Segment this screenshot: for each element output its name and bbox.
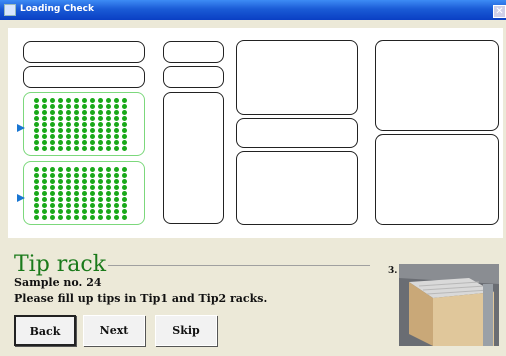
close-button[interactable]: ✕ [493, 5, 506, 18]
deck-slot-9 [375, 40, 499, 131]
deck-slot-6 [236, 40, 358, 115]
deck-slot-7 [236, 118, 358, 148]
next-button[interactable]: Next [83, 315, 145, 346]
deck-slot-2 [23, 66, 145, 88]
deck-layout [8, 28, 503, 238]
tip-rack-2 [23, 161, 145, 225]
section-title: Tip rack [12, 252, 109, 277]
back-button[interactable]: Back [14, 315, 76, 346]
tip-rack-2-arrow-icon [17, 194, 25, 202]
deck-slot-3 [163, 41, 224, 63]
tip-rack-photo-image [399, 264, 499, 346]
tip-grid-1 [33, 97, 129, 151]
title-bar: Loading Check ✕ [0, 0, 506, 20]
skip-button[interactable]: Skip [155, 315, 217, 346]
tip-rack-photo [399, 264, 499, 346]
deck-slot-1 [23, 41, 145, 63]
deck-slot-10 [375, 134, 499, 225]
window-title: Loading Check [20, 4, 94, 14]
loading-check-window: Loading Check ✕ Tip rack Sample no. 24 P… [0, 0, 506, 356]
section-divider [95, 265, 370, 266]
app-icon [4, 4, 16, 16]
deck-slot-4 [163, 66, 224, 88]
sample-number: Sample no. 24 [14, 276, 102, 289]
tip-rack-1-arrow-icon [17, 124, 25, 132]
deck-slot-8 [236, 151, 358, 225]
deck-slot-5 [163, 92, 224, 224]
tip-grid-2 [33, 166, 129, 220]
instruction-text: Please fill up tips in Tip1 and Tip2 rac… [14, 292, 268, 305]
step-number: 3. [388, 266, 398, 276]
tip-rack-1 [23, 92, 145, 156]
